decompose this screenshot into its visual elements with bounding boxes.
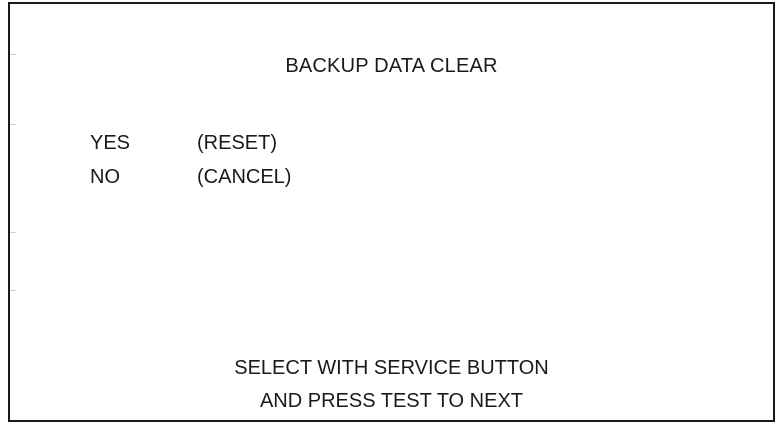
backup-data-clear-screen: BACKUP DATA CLEAR YES (RESET) NO (CANCEL) …: [8, 2, 775, 422]
frame-tick-mark: [10, 124, 16, 125]
option-yes-reset[interactable]: YES (RESET): [90, 130, 277, 156]
instruction-select: SELECT WITH SERVICE BUTTON: [234, 357, 549, 379]
option-no-cancel[interactable]: NO (CANCEL): [90, 164, 291, 190]
option-no-action: (CANCEL): [197, 166, 292, 188]
option-yes-label: YES: [90, 132, 131, 154]
screen-title: BACKUP DATA CLEAR: [285, 55, 498, 77]
option-no-label: NO: [90, 166, 120, 188]
frame-tick-mark: [10, 232, 16, 233]
instruction-press-test: AND PRESS TEST TO NEXT: [259, 390, 524, 412]
option-yes-action: (RESET): [197, 132, 277, 154]
frame-tick-mark: [10, 290, 16, 291]
